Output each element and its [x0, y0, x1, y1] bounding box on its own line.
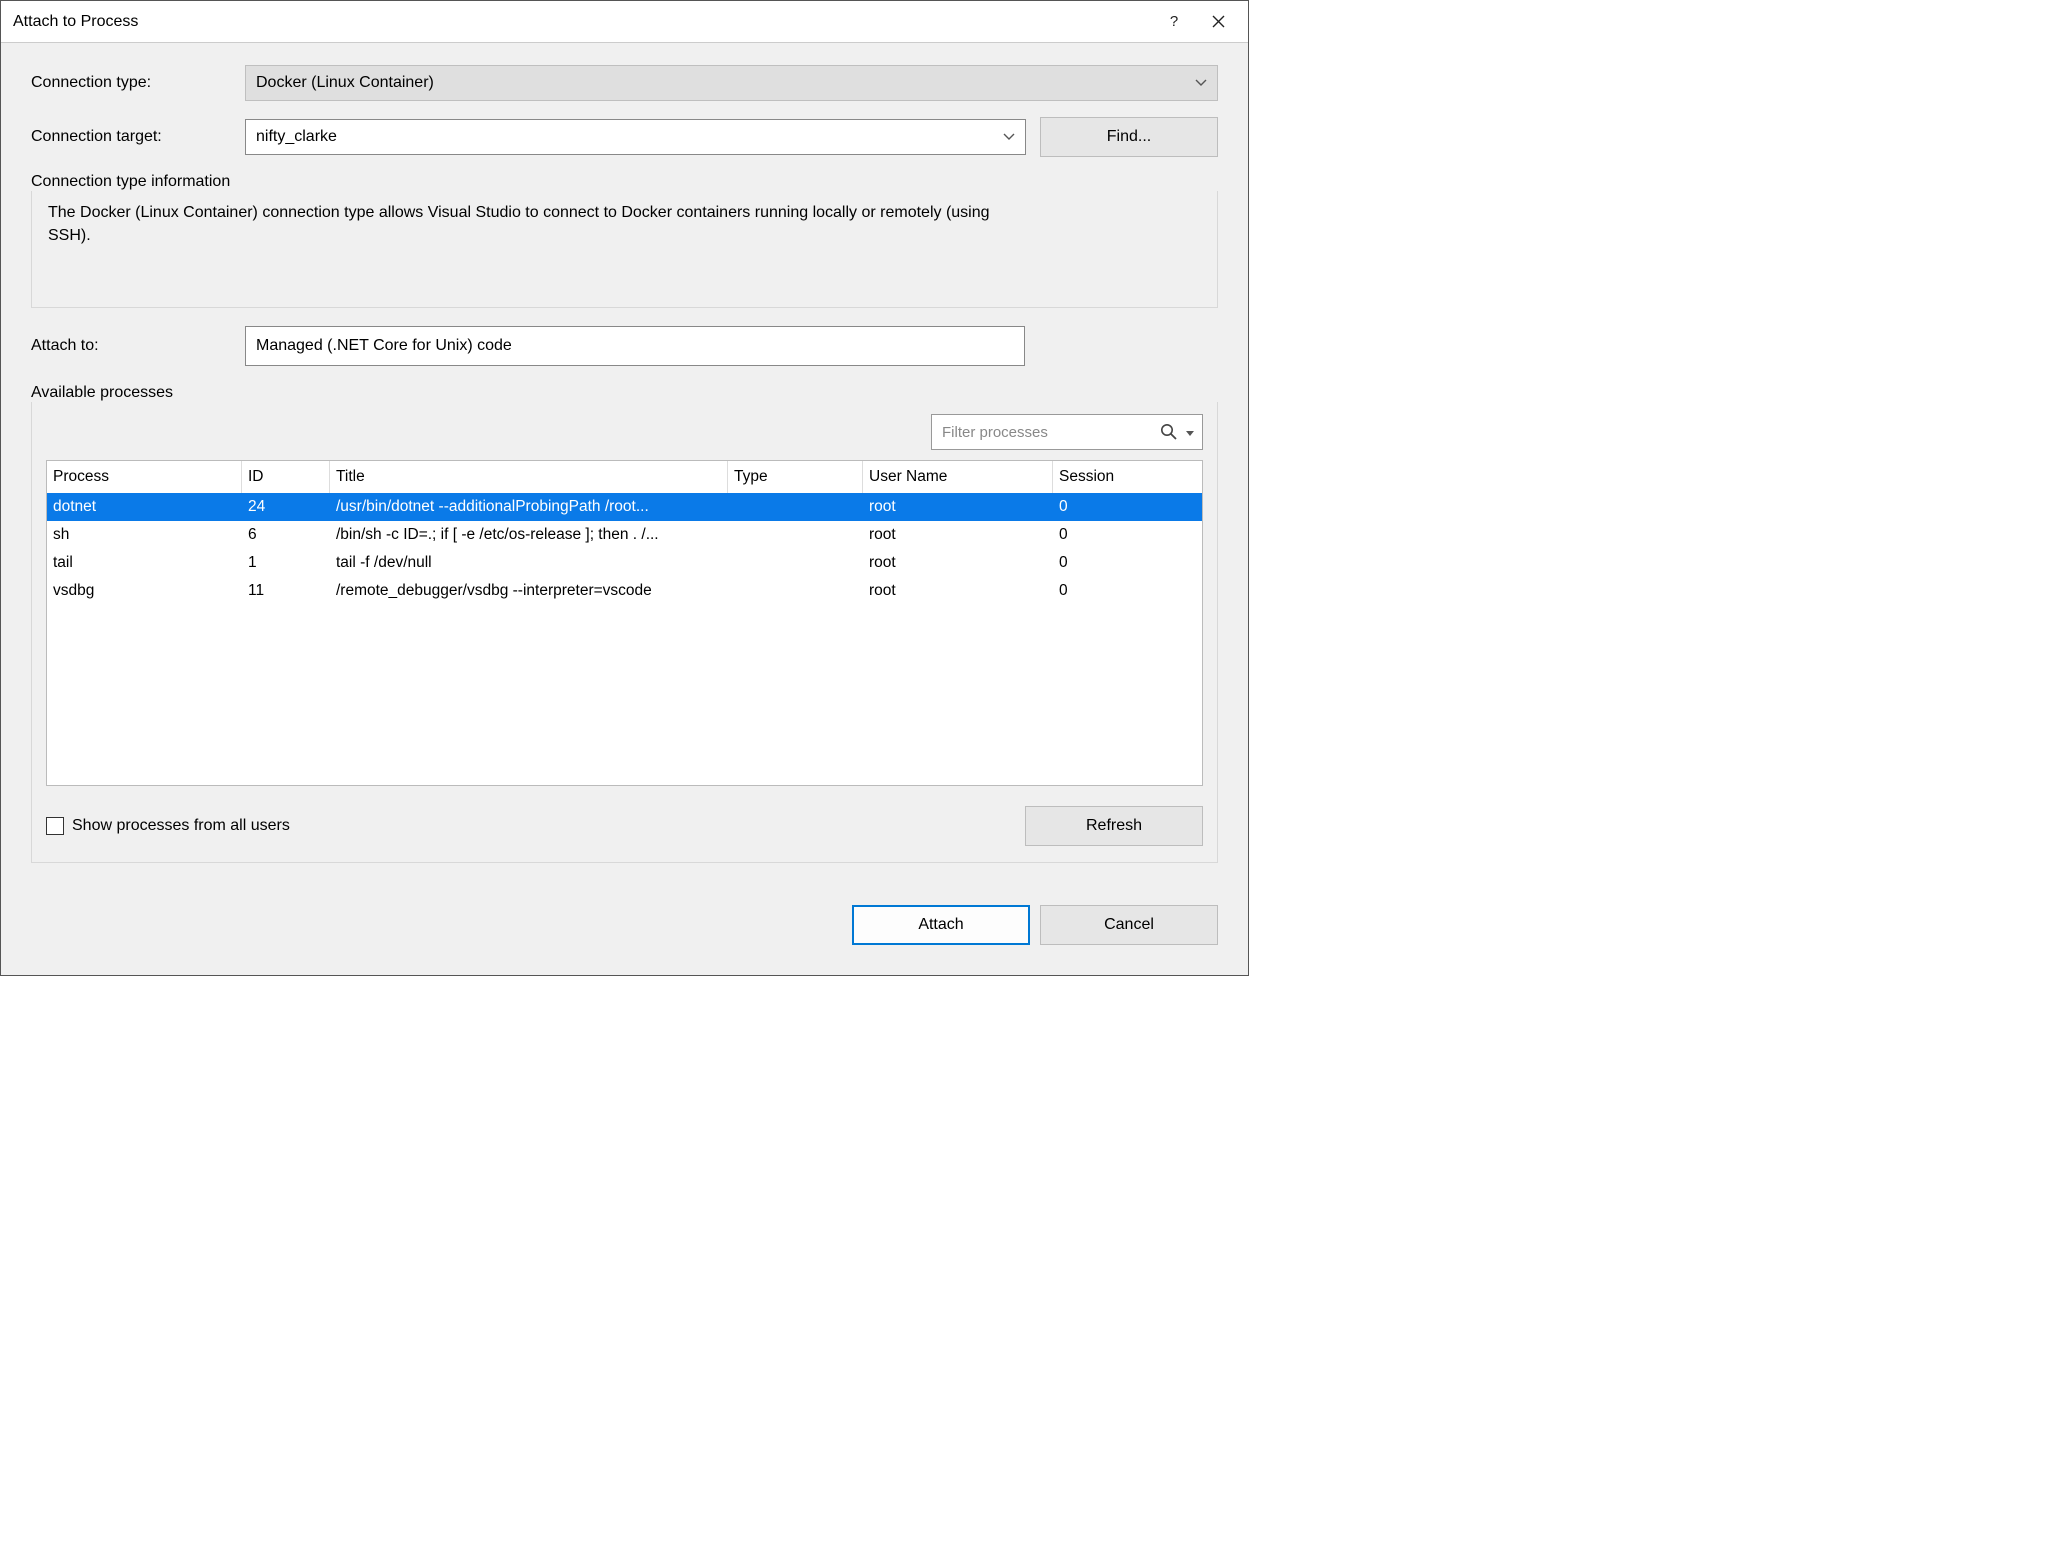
table-cell: dotnet [47, 498, 242, 516]
table-cell: tail [47, 554, 242, 572]
table-cell: 24 [242, 498, 330, 516]
attach-to-field[interactable]: Managed (.NET Core for Unix) code [245, 326, 1025, 366]
connection-type-row: Connection type: Docker (Linux Container… [31, 65, 1218, 101]
filter-input[interactable] [940, 423, 1152, 442]
connection-info-header: Connection type information [31, 173, 1218, 191]
refresh-button[interactable]: Refresh [1025, 806, 1203, 846]
connection-target-combo[interactable]: nifty_clarke [245, 119, 1026, 155]
table-cell: tail -f /dev/null [330, 554, 728, 572]
chevron-down-icon [1003, 128, 1015, 146]
attach-to-value: Managed (.NET Core for Unix) code [256, 337, 512, 355]
table-cell: vsdbg [47, 582, 242, 600]
th-user[interactable]: User Name [863, 461, 1053, 493]
connection-target-row: Connection target: nifty_clarke Find... [31, 117, 1218, 157]
connection-type-dropdown[interactable]: Docker (Linux Container) [245, 65, 1218, 101]
show-all-users-wrap[interactable]: Show processes from all users [46, 817, 290, 835]
th-type[interactable]: Type [728, 461, 863, 493]
table-cell: 0 [1053, 526, 1202, 544]
dialog-footer: Attach Cancel [31, 905, 1218, 945]
table-cell: root [863, 526, 1053, 544]
table-row[interactable]: vsdbg11/remote_debugger/vsdbg --interpre… [47, 577, 1202, 605]
attach-to-row: Attach to: Managed (.NET Core for Unix) … [31, 326, 1218, 366]
table-cell: 0 [1053, 582, 1202, 600]
find-button[interactable]: Find... [1040, 117, 1218, 157]
dialog-window: Attach to Process ? Connection type: Doc… [0, 0, 1249, 976]
titlebar: Attach to Process ? [1, 1, 1248, 43]
processes-table: Process ID Title Type User Name Session … [46, 460, 1203, 786]
th-id[interactable]: ID [242, 461, 330, 493]
processes-bottom-row: Show processes from all users Refresh [46, 806, 1203, 846]
table-row[interactable]: sh6/bin/sh -c ID=.; if [ -e /etc/os-rele… [47, 521, 1202, 549]
search-icon[interactable] [1160, 423, 1178, 441]
filter-dropdown-icon[interactable] [1186, 424, 1194, 441]
table-cell: /remote_debugger/vsdbg --interpreter=vsc… [330, 582, 728, 600]
table-cell: 11 [242, 582, 330, 600]
table-cell: 1 [242, 554, 330, 572]
filter-row [46, 414, 1203, 450]
th-session[interactable]: Session [1053, 461, 1202, 493]
connection-info-text: The Docker (Linux Container) connection … [31, 191, 1218, 308]
available-processes-header: Available processes [31, 384, 1218, 402]
table-cell: /usr/bin/dotnet --additionalProbingPath … [330, 498, 728, 516]
cancel-button[interactable]: Cancel [1040, 905, 1218, 945]
chevron-down-icon [1195, 74, 1207, 92]
table-row[interactable]: dotnet24/usr/bin/dotnet --additionalProb… [47, 493, 1202, 521]
help-button[interactable]: ? [1152, 1, 1196, 43]
table-row[interactable]: tail1tail -f /dev/null root0 [47, 549, 1202, 577]
close-button[interactable] [1196, 1, 1240, 43]
close-icon [1212, 15, 1225, 28]
table-cell: 0 [1053, 498, 1202, 516]
th-process[interactable]: Process [47, 461, 242, 493]
show-all-users-label: Show processes from all users [72, 817, 290, 835]
table-cell: root [863, 582, 1053, 600]
processes-panel: Process ID Title Type User Name Session … [31, 402, 1218, 863]
table-cell: root [863, 554, 1053, 572]
table-cell: sh [47, 526, 242, 544]
window-title: Attach to Process [13, 13, 1152, 31]
th-title[interactable]: Title [330, 461, 728, 493]
attach-button[interactable]: Attach [852, 905, 1030, 945]
table-cell: root [863, 498, 1053, 516]
connection-target-value: nifty_clarke [256, 128, 337, 146]
connection-type-value: Docker (Linux Container) [256, 74, 434, 92]
table-cell: 0 [1053, 554, 1202, 572]
table-cell: 6 [242, 526, 330, 544]
filter-input-wrap [931, 414, 1203, 450]
table-header: Process ID Title Type User Name Session [47, 461, 1202, 493]
table-body: dotnet24/usr/bin/dotnet --additionalProb… [47, 493, 1202, 605]
connection-type-label: Connection type: [31, 74, 231, 92]
show-all-users-checkbox[interactable] [46, 817, 64, 835]
dialog-body: Connection type: Docker (Linux Container… [1, 43, 1248, 975]
table-cell: /bin/sh -c ID=.; if [ -e /etc/os-release… [330, 526, 728, 544]
attach-to-label: Attach to: [31, 337, 231, 355]
connection-target-label: Connection target: [31, 128, 231, 146]
